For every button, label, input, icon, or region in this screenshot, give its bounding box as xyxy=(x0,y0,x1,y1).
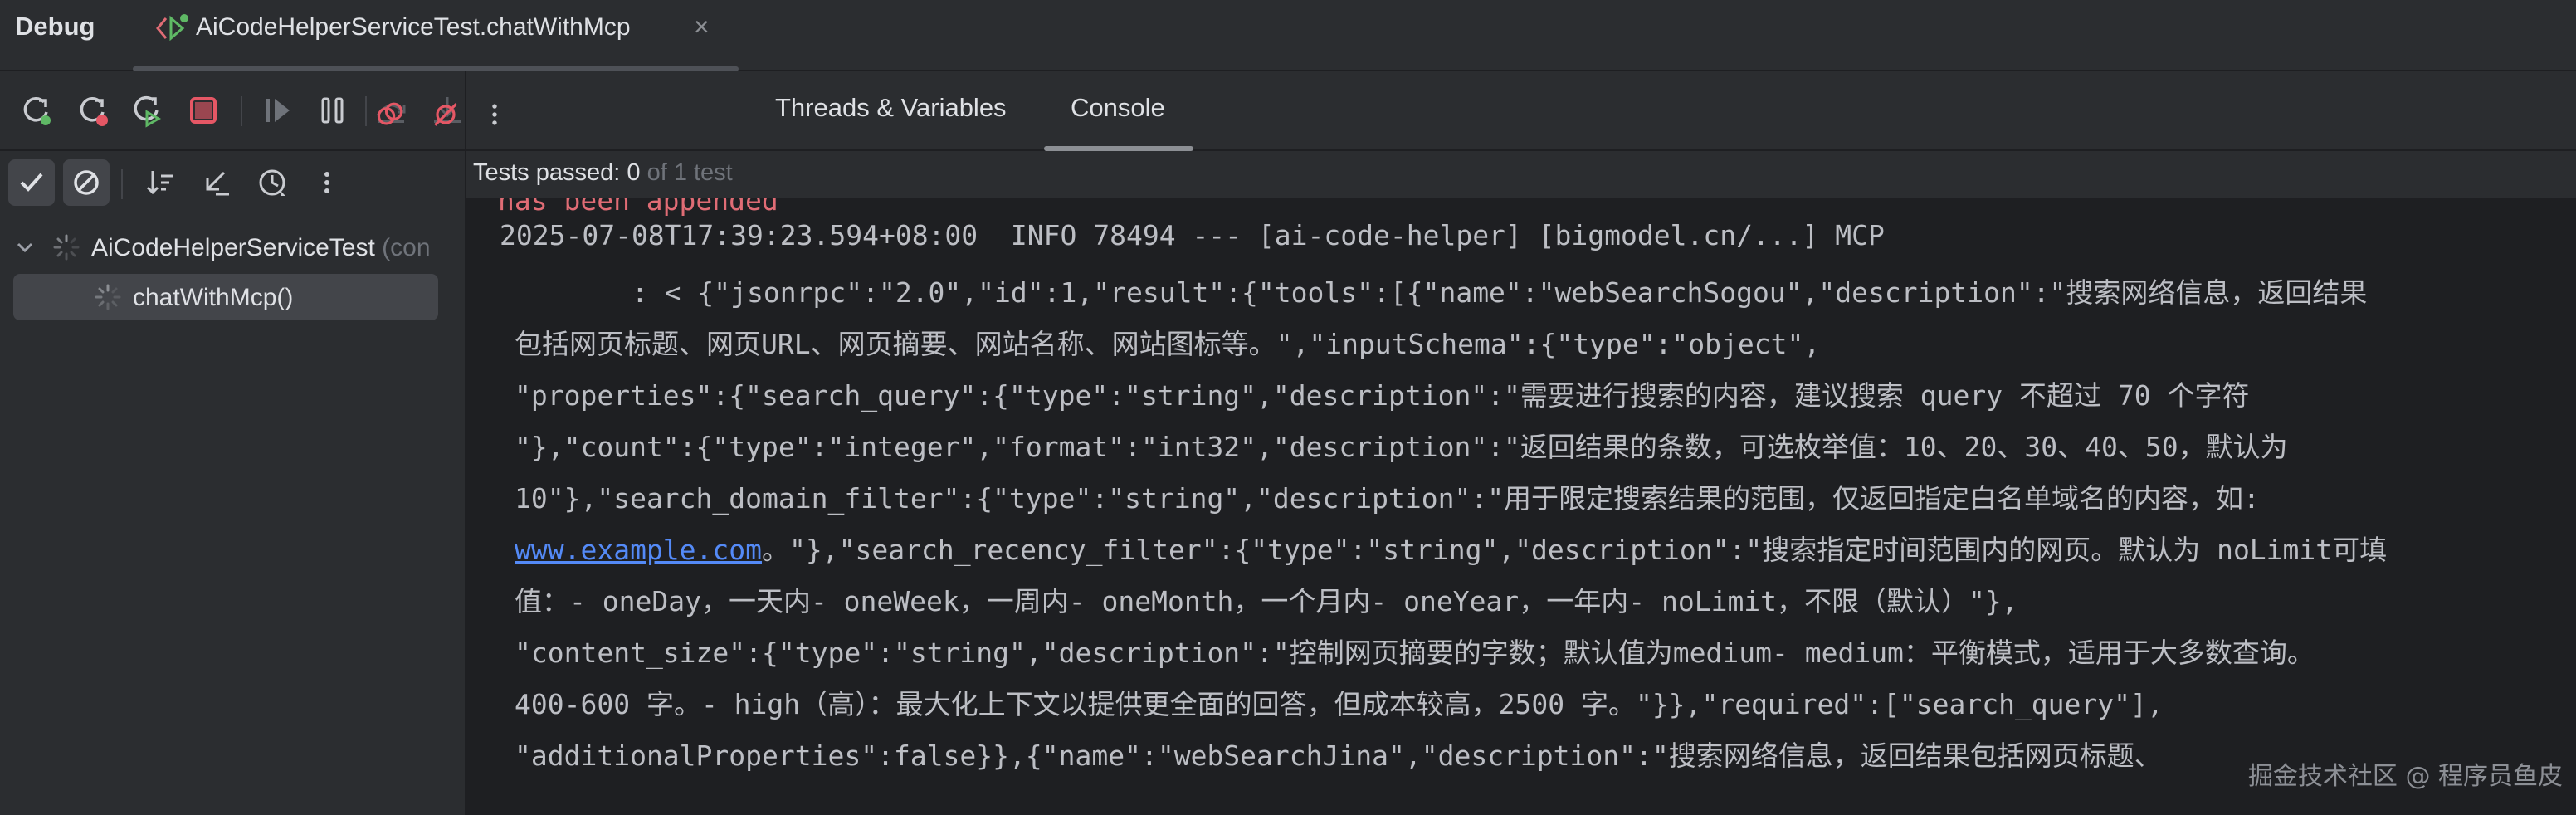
toolbar-divider xyxy=(365,96,367,126)
console-line: "additionalProperties":false}},{"name":"… xyxy=(515,739,2162,772)
close-icon[interactable]: × xyxy=(694,12,710,42)
console-line: "},"count":{"type":"integer","format":"i… xyxy=(515,431,2288,463)
test-method-label: chatWithMcp() xyxy=(133,284,294,311)
rerun-auto-icon[interactable] xyxy=(124,88,169,133)
rerun-icon[interactable] xyxy=(13,88,58,133)
status-count: 0 xyxy=(627,159,641,186)
debug-panel-title: Debug xyxy=(15,12,95,41)
test-class-name: AiCodeHelperServiceTest xyxy=(91,234,375,261)
resume-icon[interactable] xyxy=(256,88,300,133)
debug-tabs: Threads & Variables Console xyxy=(377,71,2576,151)
test-tree-root[interactable]: AiCodeHelperServiceTest (con xyxy=(0,224,466,271)
pause-icon[interactable] xyxy=(310,88,355,133)
test-run-icon xyxy=(156,14,188,41)
history-icon[interactable] xyxy=(249,159,295,206)
console-line: 10"},"search_domain_filter":{"type":"str… xyxy=(515,482,2260,515)
console-line: 400-600 字。- high（高）：最大化上下文以提供更全面的回答，但成本较… xyxy=(515,688,2164,720)
mute-breakpoints-icon[interactable] xyxy=(423,96,468,133)
console-line: 包括网页标题、网页URL、网页摘要、网站名称、网站图标等。","inputSch… xyxy=(515,328,1821,360)
test-class-suffix: (con xyxy=(382,234,431,261)
status-suffix: of 1 test xyxy=(640,159,733,186)
console-line: "properties":{"search_query":{"type":"st… xyxy=(515,379,2250,412)
tab-console[interactable]: Console xyxy=(1071,93,1165,123)
collapse-icon[interactable] xyxy=(193,159,239,206)
run-config-tab[interactable]: AiCodeHelperServiceTest.chatWithMcp × xyxy=(133,0,739,71)
console-link[interactable]: www.example.com xyxy=(515,534,762,566)
test-status: Tests passed: 0 of 1 test xyxy=(473,159,733,187)
console-line: "content_size":{"type":"string","descrip… xyxy=(515,637,2315,669)
console-output[interactable]: has been appended 2025-07-08T17:39:23.59… xyxy=(466,198,2576,815)
watermark: 掘金技术社区 @ 程序员鱼皮 xyxy=(2247,762,2563,791)
console-line: has been appended xyxy=(498,198,778,217)
run-tab-label: AiCodeHelperServiceTest.chatWithMcp xyxy=(196,13,631,41)
console-line: 值：- oneDay，一天内- oneWeek，一周内- oneMonth，一个… xyxy=(515,585,2018,617)
stop-icon[interactable] xyxy=(181,88,226,133)
loading-spinner-icon xyxy=(95,284,121,310)
test-tree-child[interactable]: chatWithMcp() xyxy=(13,274,438,320)
debug-left-panel: AiCodeHelperServiceTest (con chatWithMcp… xyxy=(0,71,466,815)
tab-threads-variables[interactable]: Threads & Variables xyxy=(775,93,1007,123)
sort-icon[interactable] xyxy=(138,159,184,206)
chevron-down-icon[interactable] xyxy=(13,236,37,259)
toolbar-divider xyxy=(121,169,123,199)
console-line: 2025-07-08T17:39:23.594+08:00 INFO 78494… xyxy=(500,219,1885,251)
show-passed-icon[interactable] xyxy=(8,159,55,206)
debug-right-area: Threads & Variables Console Tests passed… xyxy=(377,71,2576,815)
test-toolbar xyxy=(0,151,466,217)
active-tab-indicator xyxy=(1044,146,1193,151)
more-icon[interactable] xyxy=(304,159,350,206)
loading-spinner-icon xyxy=(53,234,80,261)
console-line: : < {"jsonrpc":"2.0","id":1,"result":{"t… xyxy=(500,276,2368,309)
debug-title-bar: Debug AiCodeHelperServiceTest.chatWithMc… xyxy=(0,0,2576,71)
test-class-label: AiCodeHelperServiceTest (con xyxy=(91,234,431,262)
console-line: www.example.com。"},"search_recency_filte… xyxy=(515,528,2387,568)
rerun-failed-icon[interactable] xyxy=(70,88,115,133)
status-prefix: Tests passed: xyxy=(473,159,627,186)
more-options-icon[interactable] xyxy=(478,96,511,133)
show-ignored-icon[interactable] xyxy=(63,159,110,206)
view-breakpoints-icon[interactable] xyxy=(368,96,413,133)
toolbar-divider xyxy=(241,96,242,126)
console-line-text: 。"},"search_recency_filter":{"type":"str… xyxy=(762,534,2388,566)
